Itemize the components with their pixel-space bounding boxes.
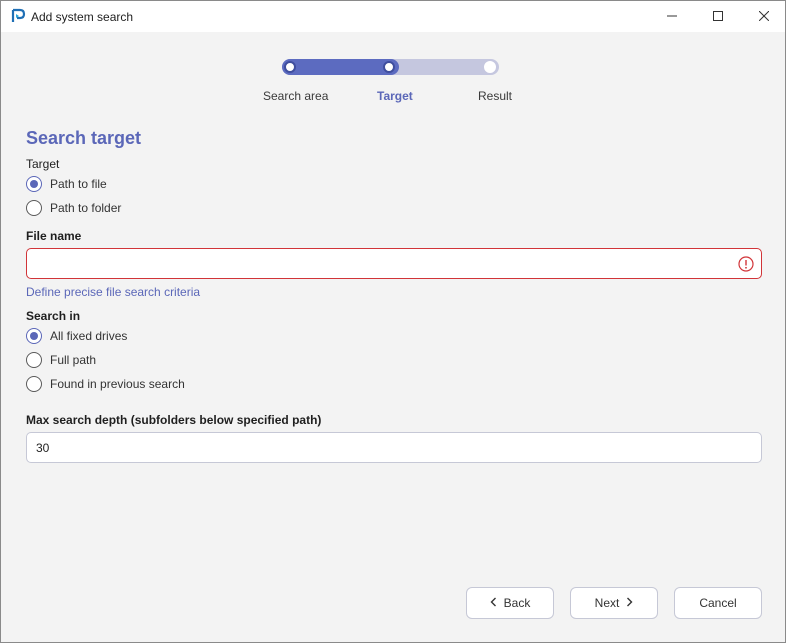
stepper-progress <box>282 59 399 75</box>
title-bar[interactable]: Add system search <box>1 1 785 32</box>
radio-button[interactable] <box>26 376 42 392</box>
max-depth-input[interactable]: 30 <box>26 432 762 463</box>
close-button[interactable] <box>741 1 786 32</box>
radio-found-in-previous-search[interactable]: Found in previous search <box>26 375 185 393</box>
back-label: Back <box>503 596 531 610</box>
maximize-button[interactable] <box>695 1 741 32</box>
back-button[interactable]: Back <box>466 587 554 619</box>
chevron-left-icon <box>490 596 498 610</box>
step-dot-result <box>484 61 496 73</box>
error-icon <box>738 256 754 272</box>
minimize-button[interactable] <box>649 1 695 32</box>
step-label-result: Result <box>478 89 513 103</box>
radio-button[interactable] <box>26 352 42 368</box>
minimize-icon <box>667 10 677 24</box>
radio-all-fixed-drives[interactable]: All fixed drives <box>26 327 127 345</box>
radio-label: Path to file <box>50 177 107 191</box>
page-title: Search target <box>26 128 142 148</box>
cancel-label: Cancel <box>699 596 737 610</box>
radio-button-checked[interactable] <box>26 176 42 192</box>
maximize-icon <box>713 10 723 24</box>
target-label: Target <box>26 157 60 171</box>
radio-label: Full path <box>50 353 97 367</box>
max-depth-label: Max search depth (subfolders below speci… <box>26 413 322 427</box>
cancel-button[interactable]: Cancel <box>674 587 762 619</box>
next-button[interactable]: Next <box>570 587 658 619</box>
step-label-search-area: Search area <box>263 89 329 103</box>
file-name-input[interactable] <box>26 248 762 279</box>
radio-label: Path to folder <box>50 201 122 215</box>
radio-label: All fixed drives <box>50 329 128 343</box>
chevron-right-icon <box>625 596 633 610</box>
file-name-label: File name <box>26 229 82 243</box>
radio-label: Found in previous search <box>50 377 185 391</box>
wizard-stepper <box>282 58 500 76</box>
radio-button[interactable] <box>26 200 42 216</box>
radio-path-to-file[interactable]: Path to file <box>26 175 107 193</box>
radio-full-path[interactable]: Full path <box>26 351 96 369</box>
search-in-label: Search in <box>26 309 81 323</box>
app-logo-icon <box>10 8 26 24</box>
close-icon <box>758 10 770 24</box>
radio-button-checked[interactable] <box>26 328 42 344</box>
step-dot-target <box>383 61 395 73</box>
window-title: Add system search <box>31 10 134 24</box>
step-label-target: Target <box>377 89 413 103</box>
define-criteria-link[interactable]: Define precise file search criteria <box>26 285 200 299</box>
step-dot-search-area <box>284 61 296 73</box>
dialog-window: Add system search Search area Target Res… <box>0 0 786 643</box>
next-label: Next <box>594 596 620 610</box>
radio-path-to-folder[interactable]: Path to folder <box>26 199 121 217</box>
